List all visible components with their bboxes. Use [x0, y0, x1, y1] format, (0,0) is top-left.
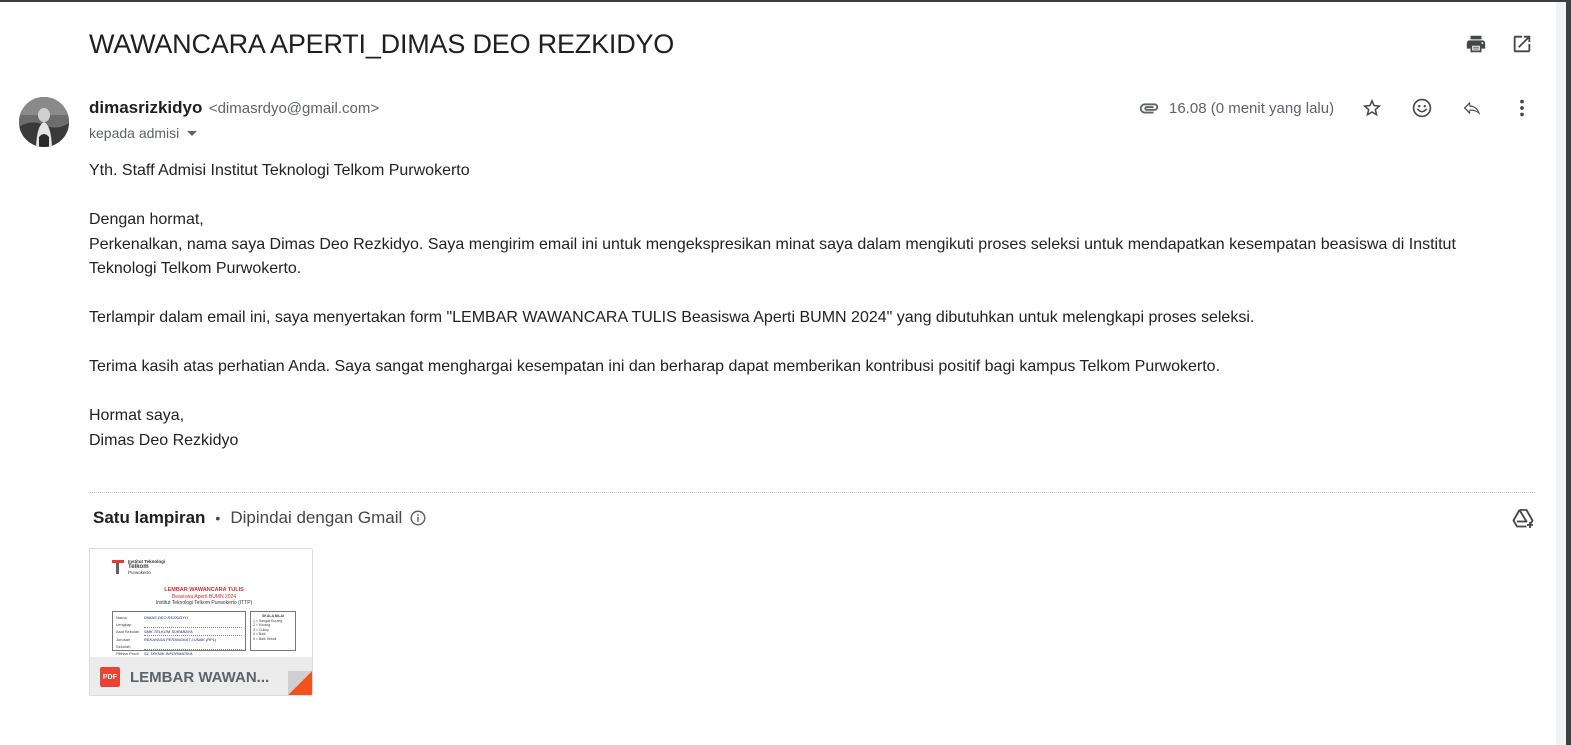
message-actions: [1360, 96, 1534, 120]
print-icon[interactable]: [1464, 32, 1488, 56]
message-timestamp[interactable]: 16.08 (0 menit yang lalu): [1169, 100, 1334, 117]
attachment-preview: Institut Teknologi Telkom Purwokerto LEM…: [90, 549, 312, 672]
attachments-divider: [89, 492, 1535, 493]
add-to-drive-icon[interactable]: [1511, 507, 1535, 531]
thread-actions: [1464, 32, 1534, 56]
message-meta: 16.08 (0 menit yang lalu): [1138, 96, 1534, 120]
attachment-card[interactable]: Institut Teknologi Telkom Purwokerto LEM…: [89, 548, 313, 696]
body-greeting: Yth. Staff Admisi Institut Teknologi Tel…: [89, 162, 470, 179]
preview-logo: Institut Teknologi Telkom Purwokerto: [112, 559, 296, 575]
sender-email: <dimasrdyo@gmail.com>: [208, 100, 380, 117]
reply-icon[interactable]: [1460, 96, 1484, 120]
emoji-icon[interactable]: [1410, 96, 1434, 120]
attachments-count: Satu lampiran: [93, 508, 206, 527]
attachments-header: Satu lampiran • Dipindai dengan Gmail: [93, 508, 427, 528]
email-subject: WAWANCARA APERTI_DIMAS DEO REZKIDYO: [89, 29, 675, 59]
chevron-down-icon: [187, 130, 198, 136]
attachments-separator: •: [215, 510, 221, 526]
window-right-border: [1566, 0, 1571, 745]
attachments-scan-status: Dipindai dengan Gmail: [230, 508, 403, 527]
sender-avatar[interactable]: [19, 97, 69, 147]
more-vert-icon[interactable]: [1510, 96, 1534, 120]
window-top-border: [0, 0, 1571, 2]
pdf-icon: PDF: [100, 667, 120, 687]
recipient-details-toggle[interactable]: kepada admisi: [89, 125, 198, 141]
attachment-filename: LEMBAR WAWAN...: [130, 668, 270, 686]
paperclip-icon: [1138, 96, 1162, 120]
attachment-footer: PDF LEMBAR WAWAN...: [90, 657, 312, 695]
scrollbar-track[interactable]: [1556, 2, 1566, 745]
body-signature: Dimas Deo Rezkidyo: [89, 431, 239, 449]
preview-form: Nama Lengkap DIMAS DEO REZKIDYO Asal Seko…: [112, 611, 296, 672]
body-paragraph-1: Perkenalkan, nama saya Dimas Deo Rezkidy…: [89, 235, 1456, 278]
preview-row: Nama Lengkap DIMAS DEO REZKIDYO: [116, 614, 242, 628]
body-closing: Hormat saya,: [89, 407, 185, 424]
preview-title: LEMBAR WAWANCARA TULIS: [164, 587, 244, 593]
email-body: Yth. Staff Admisi Institut Teknologi Tel…: [89, 159, 1509, 453]
body-paragraph-3: Terima kasih atas perhatian Anda. Saya s…: [89, 358, 1221, 375]
sender-name[interactable]: dimasrizkidyo: [89, 98, 202, 117]
preview-scale: SKALA NILAI 1 = Sangat Kurang 2 = Kurang…: [250, 611, 296, 651]
preview-subtitle-2: Institut Teknologi Telkom Purwokerto (IT…: [155, 600, 253, 606]
star-icon[interactable]: [1360, 96, 1384, 120]
body-paragraph-2: Terlampir dalam email ini, saya menyerta…: [89, 309, 1255, 326]
sender-line: dimasrizkidyo <dimasrdyo@gmail.com>: [89, 98, 379, 118]
preview-institution: Institut Teknologi Telkom Purwokerto: [128, 559, 166, 575]
telkom-logo-icon: [112, 560, 124, 574]
preview-row: Jurusan Sekolah REKAYASA PERANGKAT LUNAK …: [116, 636, 242, 650]
open-in-new-window-icon[interactable]: [1510, 32, 1534, 56]
info-icon[interactable]: [409, 509, 427, 527]
body-salutation: Dengan hormat,: [89, 211, 204, 228]
preview-row: Asal Sekolah SMK TELKOM SURABAYA: [116, 628, 242, 636]
pdf-corner-fold-icon: [288, 671, 312, 695]
preview-fields: Nama Lengkap DIMAS DEO REZKIDYO Asal Seko…: [112, 611, 246, 672]
recipient-label: kepada admisi: [89, 125, 180, 141]
